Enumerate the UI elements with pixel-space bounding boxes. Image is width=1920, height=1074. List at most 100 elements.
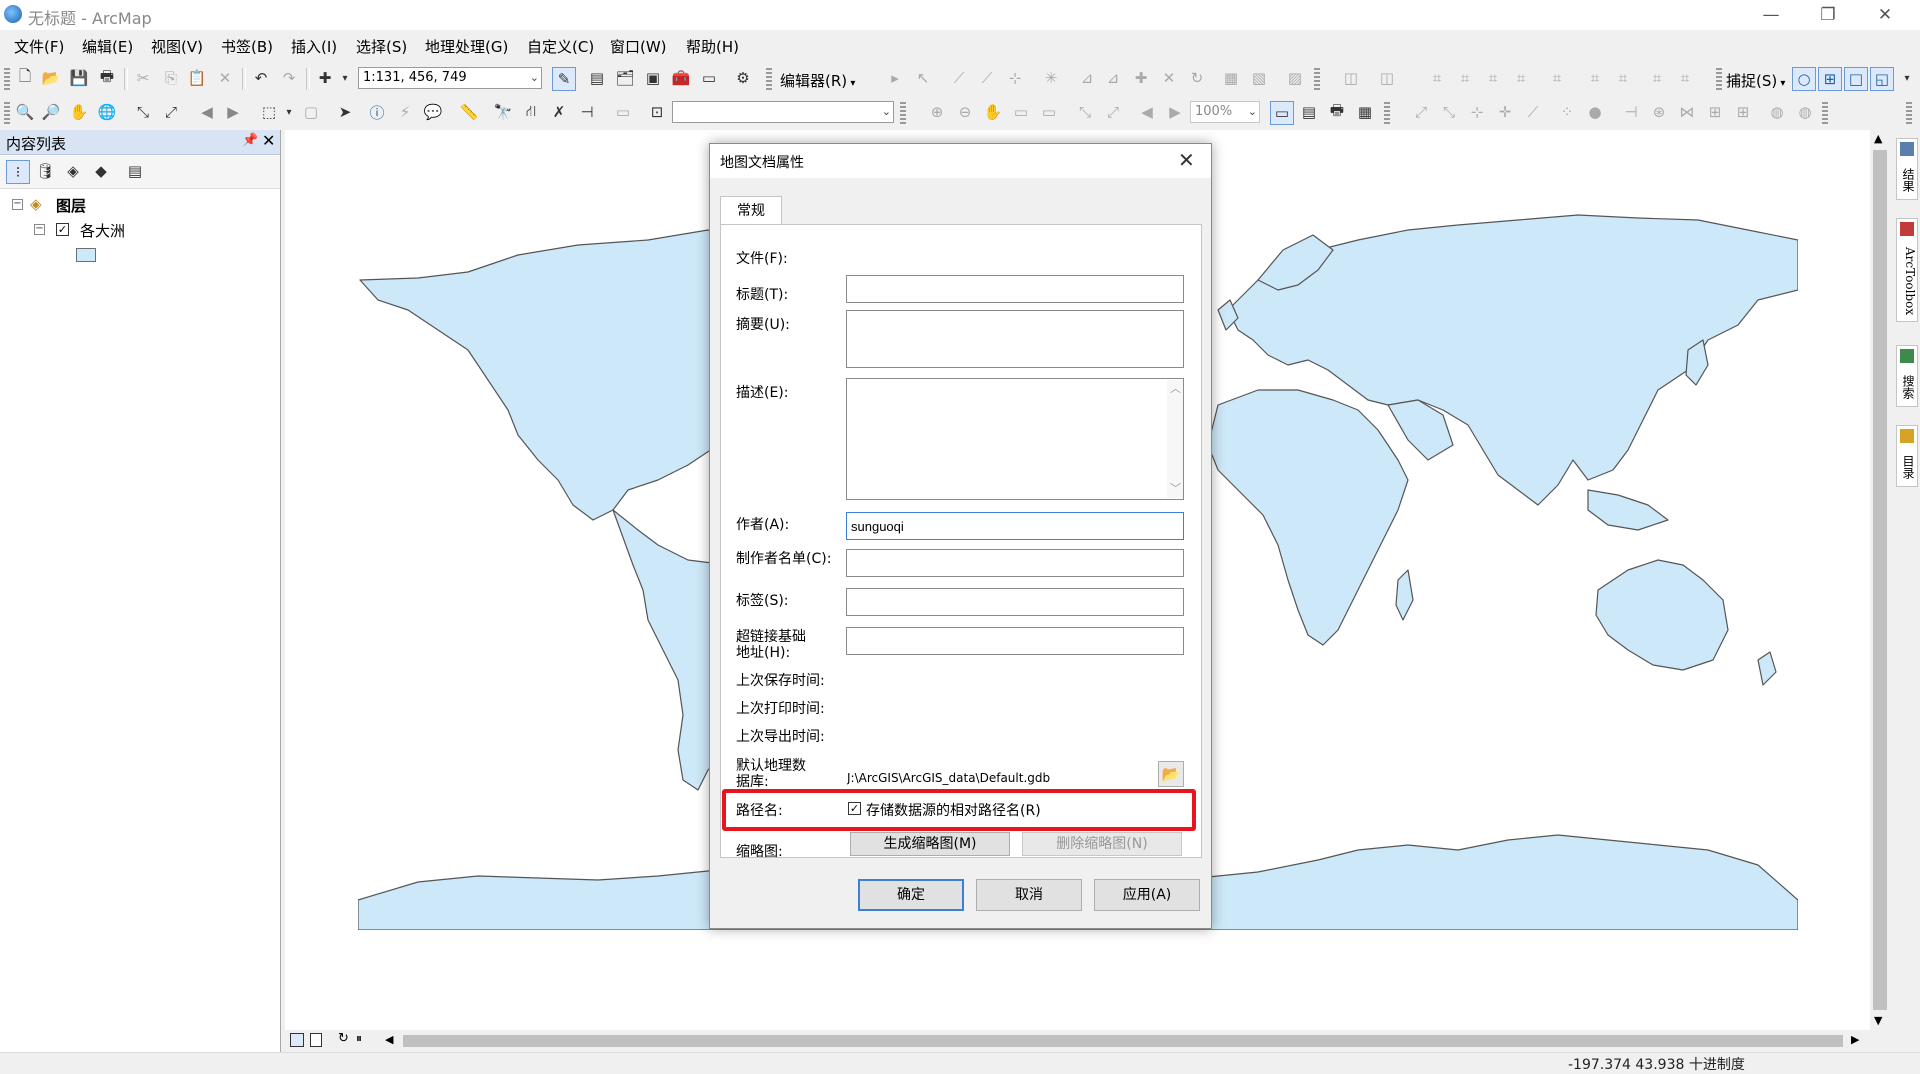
minimize-button[interactable]: — xyxy=(1743,0,1799,30)
draw-tool-icon[interactable]: ● xyxy=(1584,101,1606,123)
horizontal-scrollbar[interactable]: ◀ ▶ xyxy=(383,1032,1873,1050)
draw-tool-icon[interactable]: ⊞ xyxy=(1704,101,1726,123)
menu-windows[interactable]: 窗口(W) xyxy=(610,36,667,57)
rotate-icon[interactable]: ✕ xyxy=(1158,67,1180,89)
scrollbar-thumb[interactable] xyxy=(403,1035,1843,1047)
zoom-whole-page-icon[interactable]: ▭ xyxy=(1010,101,1032,123)
toolbar-grip[interactable] xyxy=(1906,102,1912,124)
draw-tool-icon[interactable]: ◍ xyxy=(1794,101,1816,123)
georef-icon[interactable]: ⌗ xyxy=(1612,67,1634,89)
dialog-title-bar[interactable]: 地图文档属性 ✕ xyxy=(710,144,1211,178)
scroll-up-icon[interactable]: ︿ xyxy=(1170,380,1181,396)
draw-tool-icon[interactable]: ⊛ xyxy=(1648,101,1670,123)
edge-snap-icon[interactable]: ◱ xyxy=(1870,67,1894,91)
toolbar-grip[interactable] xyxy=(900,102,906,124)
measure-icon[interactable]: 📏 xyxy=(458,101,480,123)
forward-extent-icon[interactable]: ▶ xyxy=(1164,101,1186,123)
vertex-icon[interactable]: ✳ xyxy=(1040,67,1062,89)
find-route-icon[interactable]: ⛙ xyxy=(520,101,542,123)
toolbar-grip[interactable] xyxy=(4,68,10,90)
undo-icon[interactable]: ↶ xyxy=(250,67,272,89)
tree-row-layers[interactable]: − ◈ 图层 xyxy=(10,195,270,215)
zoom-100-icon[interactable]: ▭ xyxy=(1038,101,1060,123)
draw-tool-icon[interactable]: ⊣ xyxy=(1620,101,1642,123)
draw-tool-icon[interactable]: ✛ xyxy=(1494,101,1516,123)
collapse-icon[interactable]: − xyxy=(12,199,23,210)
refresh-icon[interactable]: ↻ xyxy=(338,1031,349,1046)
rotate-icon[interactable]: ↻ xyxy=(1186,67,1208,89)
time-slider-icon[interactable]: ⊣ xyxy=(576,101,598,123)
chevron-down-icon[interactable]: ▾ xyxy=(1896,67,1918,89)
edit-tool-icon[interactable]: ▸ xyxy=(884,67,906,89)
delete-icon[interactable]: ✕ xyxy=(214,67,236,89)
clear-selection-icon[interactable]: ▢ xyxy=(300,101,322,123)
description-scrollbar[interactable]: ︿ ﹀ xyxy=(1167,380,1183,498)
layout-zoom-out-icon[interactable]: ⊖ xyxy=(954,101,976,123)
draw-tool-icon[interactable]: ⊹ xyxy=(1466,101,1488,123)
topology-icon[interactable]: ◫ xyxy=(1340,67,1362,89)
draw-tool-icon[interactable]: ◍ xyxy=(1766,101,1788,123)
back-extent-icon[interactable]: ◀ xyxy=(1136,101,1158,123)
arc-segment-icon[interactable]: ⟋ xyxy=(976,67,998,89)
scroll-down-icon[interactable]: ﹀ xyxy=(1170,480,1181,496)
open-icon[interactable]: 📂 xyxy=(40,67,62,89)
scroll-up-icon[interactable]: ▲ xyxy=(1874,132,1882,145)
menu-customize[interactable]: 自定义(C) xyxy=(527,36,594,57)
layout-pan-icon[interactable]: ✋ xyxy=(982,101,1004,123)
make-thumbnail-button[interactable]: 生成缩略图(M) xyxy=(850,832,1010,856)
list-by-drawing-order-icon[interactable]: ⁝ xyxy=(6,160,30,184)
description-field[interactable] xyxy=(846,378,1184,500)
redo-icon[interactable]: ↷ xyxy=(278,67,300,89)
tags-field[interactable] xyxy=(846,588,1184,616)
catalog-icon[interactable]: 🗂 xyxy=(614,67,636,89)
toggle-draft-icon[interactable]: ▭ xyxy=(1270,101,1294,125)
html-popup-icon[interactable]: 💬 xyxy=(422,101,444,123)
restore-button[interactable]: ❐ xyxy=(1800,0,1856,30)
ok-button[interactable]: 确定 xyxy=(858,879,964,911)
full-extent-icon[interactable]: 🌐 xyxy=(96,101,118,123)
vertical-scrollbar[interactable]: ▲ ▼ xyxy=(1870,130,1890,1030)
draw-tool-icon[interactable]: ⊞ xyxy=(1732,101,1754,123)
point-tool-icon[interactable]: ⊹ xyxy=(1004,67,1026,89)
menu-file[interactable]: 文件(F) xyxy=(14,36,64,57)
pause-drawing-icon[interactable]: ⏸ xyxy=(356,1031,362,1046)
toolbar-grip[interactable] xyxy=(1314,68,1320,90)
collapse-icon[interactable]: − xyxy=(34,224,45,235)
cut-icon[interactable]: ✂ xyxy=(132,67,154,89)
create-features-icon[interactable]: ▨ xyxy=(1284,67,1306,89)
credits-field[interactable] xyxy=(846,549,1184,577)
options-icon[interactable]: ▤ xyxy=(124,160,146,182)
georef-icon[interactable]: ⌗ xyxy=(1426,67,1448,89)
python-window-icon[interactable]: ▭ xyxy=(698,67,720,89)
toolbar-grip[interactable] xyxy=(1384,102,1390,124)
list-by-source-icon[interactable]: 🛢 xyxy=(34,160,56,182)
topology-icon[interactable]: ◫ xyxy=(1376,67,1398,89)
snapping-menu[interactable]: 捕捉(S) ▾ xyxy=(1726,70,1785,91)
layer-combo[interactable]: ⌄ xyxy=(672,101,894,123)
draw-tool-icon[interactable]: ⁘ xyxy=(1556,101,1578,123)
identify-icon[interactable]: ⓘ xyxy=(366,101,388,123)
fixed-zoom-in-icon[interactable]: ⤡ xyxy=(132,101,154,123)
dialog-close-icon[interactable]: ✕ xyxy=(1178,148,1195,172)
title-field[interactable] xyxy=(846,275,1184,303)
select-elements-icon[interactable]: ➤ xyxy=(334,101,356,123)
summary-field[interactable] xyxy=(846,310,1184,368)
toolbar-grip[interactable] xyxy=(1716,68,1722,90)
fixed-zoom-out-icon[interactable]: ⤢ xyxy=(160,101,182,123)
focus-data-frame-icon[interactable]: ▤ xyxy=(1298,101,1320,123)
menu-edit[interactable]: 编辑(E) xyxy=(82,36,133,57)
end-snap-icon[interactable]: ⊞ xyxy=(1818,67,1842,91)
straight-segment-icon[interactable]: ⟋ xyxy=(948,67,970,89)
georef-icon[interactable]: ⌗ xyxy=(1674,67,1696,89)
results-tab[interactable]: 结果 xyxy=(1896,138,1918,200)
georef-icon[interactable]: ⌗ xyxy=(1454,67,1476,89)
point-snap-icon[interactable]: ○ xyxy=(1792,67,1816,91)
data-view-icon[interactable] xyxy=(290,1033,304,1047)
zoom-percent-combo[interactable]: 100% ⌄ xyxy=(1190,101,1260,123)
menu-view[interactable]: 视图(V) xyxy=(151,36,203,57)
menu-insert[interactable]: 插入(I) xyxy=(291,36,337,57)
tab-general[interactable]: 常规 xyxy=(720,196,782,225)
attributes-icon[interactable]: ▦ xyxy=(1220,67,1242,89)
zoom-in-icon[interactable]: 🔍 xyxy=(14,101,36,123)
chevron-down-icon[interactable]: ▾ xyxy=(334,67,356,89)
